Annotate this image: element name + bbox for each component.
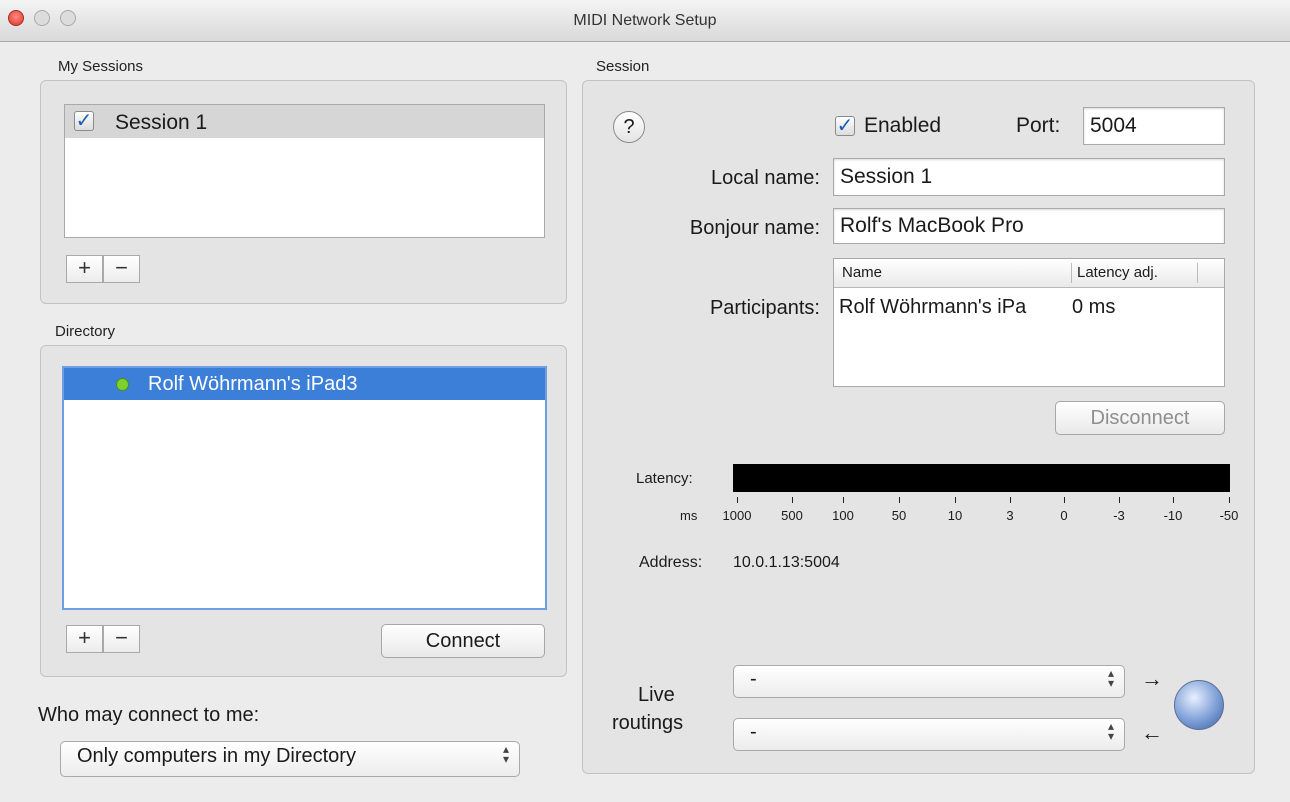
column-divider xyxy=(1071,263,1072,283)
local-name-field[interactable]: Session 1 xyxy=(833,158,1225,196)
latency-tick xyxy=(792,497,793,503)
routing-in-popup[interactable]: - ▴ ▾ xyxy=(733,718,1125,751)
list-item[interactable]: ✓ Session 1 xyxy=(65,105,544,138)
who-may-connect-value: Only computers in my Directory xyxy=(77,745,356,767)
directory-label: Directory xyxy=(55,323,116,340)
latency-tick xyxy=(955,497,956,503)
session-name: Session 1 xyxy=(115,111,208,134)
directory-list[interactable] xyxy=(62,366,547,610)
disconnect-button[interactable]: Disconnect xyxy=(1055,401,1225,435)
participant-latency: 0 ms xyxy=(1072,296,1116,318)
session-enabled-checkbox[interactable]: ✓ xyxy=(74,111,94,131)
my-sessions-label: My Sessions xyxy=(58,58,144,75)
routing-in-value: - xyxy=(750,721,757,743)
latency-tick-label: 1000 xyxy=(722,508,752,523)
live-routings-label-line2: routings xyxy=(612,712,684,734)
participants-label: Participants: xyxy=(709,297,820,319)
latency-tick-label: -10 xyxy=(1163,508,1183,523)
globe-icon[interactable] xyxy=(1174,680,1224,730)
add-session-button[interactable]: + xyxy=(66,255,103,283)
column-header-latency[interactable]: Latency adj. xyxy=(1077,264,1158,281)
table-row[interactable]: Rolf Wöhrmann's iPa 0 ms xyxy=(834,289,1224,319)
latency-tick-label: 100 xyxy=(832,508,854,523)
arrow-right-icon: → xyxy=(1141,666,1163,691)
arrow-left-icon: ← xyxy=(1141,720,1163,745)
enabled-label: Enabled xyxy=(864,114,942,137)
column-header-name[interactable]: Name xyxy=(842,264,882,281)
online-status-icon xyxy=(116,378,129,391)
latency-tick-label: 10 xyxy=(947,508,963,523)
latency-tick-label: 50 xyxy=(891,508,907,523)
participant-name: Rolf Wöhrmann's iPa xyxy=(839,296,1027,318)
latency-tick xyxy=(1119,497,1120,503)
bonjour-name-label: Bonjour name: xyxy=(689,217,820,239)
latency-tick xyxy=(843,497,844,503)
latency-tick xyxy=(737,497,738,503)
latency-tick-label: 3 xyxy=(1006,508,1014,523)
updown-chevron-icon: ▴ ▾ xyxy=(1107,719,1114,743)
port-field[interactable]: 5004 xyxy=(1083,107,1225,145)
latency-tick-label: -3 xyxy=(1113,508,1125,523)
enabled-checkbox[interactable]: ✓ xyxy=(835,116,855,136)
latency-tick xyxy=(899,497,900,503)
latency-tick-label: 500 xyxy=(781,508,803,523)
add-directory-button[interactable]: + xyxy=(66,625,103,653)
who-may-connect-label: Who may connect to me: xyxy=(38,704,260,726)
latency-tick-label: -50 xyxy=(1219,508,1239,523)
latency-meter xyxy=(733,464,1230,492)
remove-session-button[interactable]: − xyxy=(103,255,140,283)
session-label: Session xyxy=(596,58,650,75)
local-name-label: Local name: xyxy=(711,167,820,189)
connect-button[interactable]: Connect xyxy=(381,624,545,658)
routing-out-value: - xyxy=(750,668,757,690)
latency-tick xyxy=(1064,497,1065,503)
latency-tick xyxy=(1229,497,1230,503)
latency-label: Latency: xyxy=(636,470,693,487)
bonjour-name-field[interactable]: Rolf's MacBook Pro xyxy=(833,208,1225,244)
latency-tick xyxy=(1173,497,1174,503)
latency-tick-label: 0 xyxy=(1060,508,1068,523)
list-item[interactable]: Rolf Wöhrmann's iPad3 xyxy=(64,368,545,400)
remove-directory-button[interactable]: − xyxy=(103,625,140,653)
directory-item-label: Rolf Wöhrmann's iPad3 xyxy=(148,373,358,395)
column-divider xyxy=(1197,263,1198,283)
latency-unit-label: ms xyxy=(680,508,698,523)
port-label: Port: xyxy=(1016,114,1061,137)
address-value: 10.0.1.13:5004 xyxy=(733,554,840,571)
help-button[interactable]: ? xyxy=(613,111,645,143)
address-label: Address: xyxy=(639,554,703,571)
participants-header: Name Latency adj. xyxy=(834,259,1224,288)
who-may-connect-popup[interactable]: Only computers in my Directory ▴ ▾ xyxy=(60,741,520,777)
participants-table[interactable]: Name Latency adj. Rolf Wöhrmann's iPa 0 … xyxy=(833,258,1225,387)
updown-chevron-icon: ▴ ▾ xyxy=(1107,666,1114,690)
latency-tick xyxy=(1010,497,1011,503)
updown-chevron-icon: ▴ ▾ xyxy=(502,742,509,766)
routing-out-popup[interactable]: - ▴ ▾ xyxy=(733,665,1125,698)
window-title: MIDI Network Setup xyxy=(573,12,717,29)
live-routings-label-line1: Live xyxy=(638,684,675,706)
